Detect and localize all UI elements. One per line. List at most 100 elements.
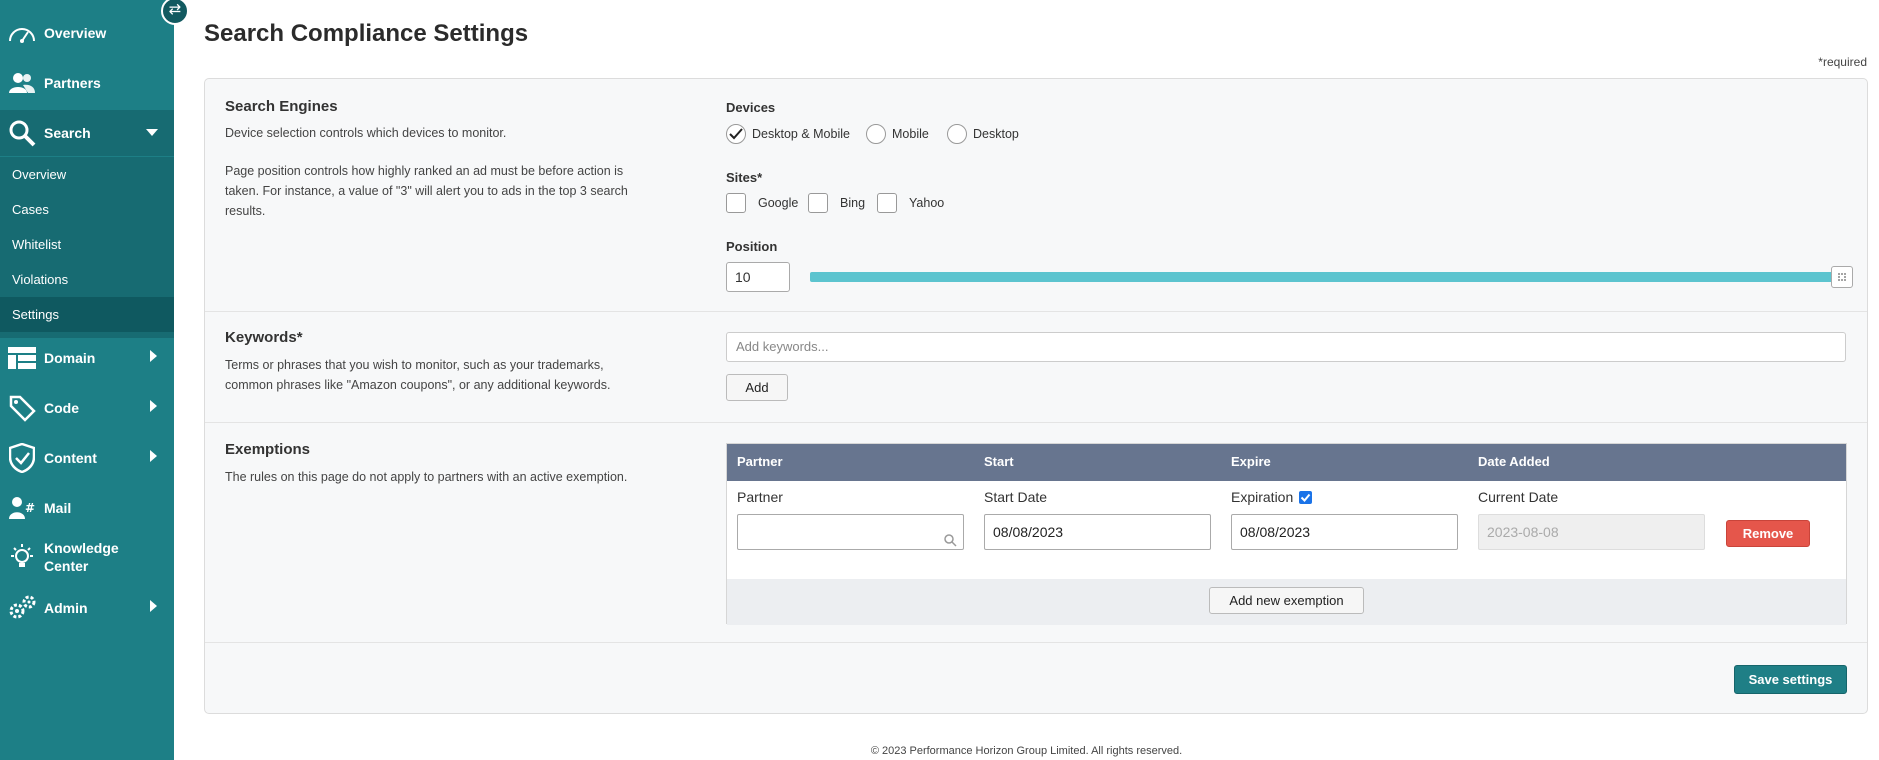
nav-code-label: Code [44,400,79,416]
sub-item-whitelist[interactable]: Whitelist [0,227,174,262]
settings-card: Search Engines Device selection controls… [204,78,1868,714]
site-label: Bing [840,196,866,210]
nav-mail-label: Mail [44,500,72,516]
required-note: *required [1818,55,1867,69]
footer-copyright: © 2023 Performance Horizon Group Limited… [870,745,1183,757]
sidebar: ⇄ Overview Partners Search Overview Case… [0,0,189,760]
checkbox-icon[interactable] [877,193,897,213]
search-submenu: Overview Cases Whitelist Violations Sett… [0,157,174,338]
start-date-label: Start Date [984,489,1048,505]
col-expire: Expire [1231,454,1271,469]
current-date-input: 2023-08-08 [1478,514,1705,550]
radio-icon[interactable] [866,124,886,144]
exemptions-table-footer: Add new exemption [727,579,1846,625]
checkbox-icon[interactable] [808,193,828,213]
search-icon [0,119,44,147]
slider-handle-icon[interactable] [1831,266,1853,288]
users-icon [0,72,44,94]
device-label: Desktop & Mobile [752,127,850,141]
caret-down-icon [146,124,158,142]
nav-overview[interactable]: Overview [0,10,174,56]
device-option-desktop[interactable]: Desktop [947,124,1019,144]
devices-label: Devices [726,100,776,115]
site-label: Google [758,196,799,210]
nav-partners-label: Partners [44,75,101,91]
nav-domain[interactable]: Domain [0,335,174,381]
user-hash-icon: # [0,496,44,520]
add-exemption-button[interactable]: Add new exemption [1209,587,1364,614]
sub-item-violations[interactable]: Violations [0,262,174,297]
exemptions-desc: The rules on this page do not apply to p… [225,470,628,484]
partner-search-input[interactable] [737,514,964,550]
nav-overview-label: Overview [44,25,107,41]
sub-item-settings[interactable]: Settings [0,297,174,332]
nav-admin[interactable]: Admin [0,585,174,631]
nav-mail[interactable]: # Mail [0,485,174,531]
radio-icon[interactable] [947,124,967,144]
sites-label: Sites* [726,170,763,185]
save-settings-button[interactable]: Save settings [1734,665,1847,694]
page-title: Search Compliance Settings [204,20,529,47]
nav-content[interactable]: Content [0,435,174,481]
checkbox-icon[interactable] [726,193,746,213]
nav-search[interactable]: Search [0,110,174,156]
expiration-checkbox-icon[interactable] [1299,490,1313,504]
nav-partners[interactable]: Partners [0,60,174,106]
search-engines-title: Search Engines [225,98,338,115]
expiration-label: Expiration [1231,489,1294,505]
position-label: Position [726,239,778,254]
radio-checked-icon[interactable] [726,124,746,144]
col-partner: Partner [737,454,783,469]
search-engines-desc1: Device selection controls which devices … [225,126,507,140]
gauge-icon [0,21,44,45]
nav-content-label: Content [44,450,97,466]
partner-field-label: Partner [737,489,783,505]
nav-admin-label: Admin [44,600,88,616]
site-option-yahoo[interactable]: Yahoo [877,193,944,213]
site-option-google[interactable]: Google [726,193,798,213]
expiration-field: Expiration [1231,489,1313,505]
nav-domain-label: Domain [44,350,96,366]
layout-icon [0,347,44,369]
current-date-label: Current Date [1478,489,1559,505]
exemptions-title: Exemptions [225,441,311,458]
remove-exemption-button[interactable]: Remove [1726,520,1810,547]
swap-icon[interactable]: ⇄ [161,0,189,25]
exemptions-table-header: Partner Start Expire Date Added [727,444,1846,481]
site-option-bing[interactable]: Bing [808,193,865,213]
search-icon [944,525,957,559]
add-keyword-button[interactable]: Add [726,374,788,401]
caret-right-icon [150,449,158,467]
device-option-desktop-mobile[interactable]: Desktop & Mobile [726,124,850,144]
expiration-date-input[interactable]: 08/08/2023 [1231,514,1458,550]
keywords-desc: Terms or phrases that you wish to monito… [225,358,611,392]
nav-knowledge-line2: Center [44,558,89,574]
exemptions-table: Partner Start Expire Date Added Partner … [726,443,1847,625]
search-engines-section: Search Engines Device selection controls… [205,79,1867,312]
caret-right-icon [150,349,158,367]
lightbulb-icon [0,543,44,571]
start-date-input[interactable]: 08/08/2023 [984,514,1211,550]
keywords-title: Keywords* [225,329,303,346]
search-engines-desc2: Page position controls how highly ranked… [225,164,628,218]
keywords-section: Keywords* Terms or phrases that you wish… [205,312,1867,423]
gears-icon [0,594,44,622]
site-label: Yahoo [909,196,945,210]
device-label: Desktop [973,127,1019,141]
keywords-input[interactable]: Add keywords... [726,332,1846,362]
nav-knowledge-label: Knowledge Center [44,539,119,575]
position-slider-track[interactable] [810,272,1844,282]
nav-knowledge-center[interactable]: Knowledge Center [0,534,174,580]
nav-knowledge-line1: Knowledge [44,540,119,556]
sub-item-cases[interactable]: Cases [0,192,174,227]
device-option-mobile[interactable]: Mobile [866,124,929,144]
nav-code[interactable]: Code [0,385,174,431]
shield-icon [0,443,44,473]
nav-search-label: Search [44,125,91,141]
device-label: Mobile [892,127,929,141]
col-date-added: Date Added [1478,454,1550,469]
svg-text:#: # [25,501,35,515]
caret-right-icon [150,599,158,617]
sub-item-overview[interactable]: Overview [0,157,174,192]
position-input[interactable]: 10 [726,262,790,292]
